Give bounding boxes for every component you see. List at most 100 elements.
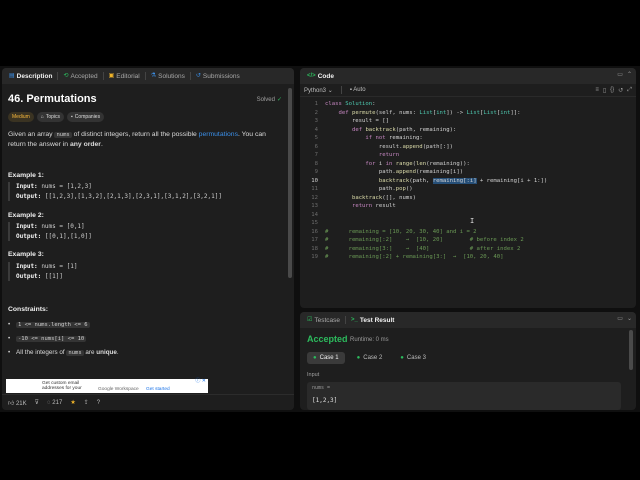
- tab-submissions[interactable]: ↺ Submissions: [193, 68, 243, 84]
- line-number: 7: [314, 152, 318, 158]
- collapse-icon[interactable]: ⌃: [627, 71, 632, 78]
- case-tab-2[interactable]: ● Case 2: [351, 352, 389, 364]
- code-text: result.append(path[:]): [325, 143, 453, 150]
- line-number: 11: [311, 186, 318, 192]
- code-line[interactable]: 11 path.pop(): [300, 185, 636, 194]
- reset-icon[interactable]: ↺: [618, 87, 623, 94]
- code-text: def permute(self, nums: List[int]) -> Li…: [338, 109, 521, 116]
- tab-code[interactable]: </> Code: [304, 68, 337, 84]
- layout-icon[interactable]: ▭: [617, 71, 623, 78]
- code-line[interactable]: 7 return: [300, 151, 636, 160]
- tab-description[interactable]: ▤ Description: [6, 68, 55, 84]
- line-number: 16: [311, 228, 318, 235]
- problem-description: Given an array nums of distinct integers…: [8, 131, 266, 148]
- line-number: 8: [314, 160, 318, 167]
- permutations-link[interactable]: permutations: [199, 131, 238, 138]
- tab-solutions[interactable]: ⚗ Solutions: [148, 68, 188, 84]
- description-icon: ▤: [9, 73, 15, 79]
- line-number: 1: [314, 101, 318, 107]
- language-select[interactable]: Python3 ⌄: [304, 87, 333, 94]
- code-line[interactable]: 19 # remaining[:2] + remaining[3:] → [10,…: [300, 253, 636, 262]
- comments-button[interactable]: ◌ 217: [47, 400, 62, 406]
- code-line[interactable]: 13 return result: [300, 202, 636, 211]
- code-line[interactable]: 9 path.append(remaining[i]): [300, 168, 636, 177]
- code-text: # remaining[:2] + remaining[3:] → [10, 2…: [325, 254, 504, 260]
- auto-mode-toggle[interactable]: ▪ Auto: [350, 87, 366, 93]
- chevron-down-icon: ⌄: [327, 87, 333, 94]
- code-line[interactable]: 4 def backtrack(path, remaining):: [300, 126, 636, 135]
- collapse-icon[interactable]: ⌄: [627, 315, 632, 322]
- code-line[interactable]: 6 result.append(path[:]): [300, 143, 636, 152]
- topics-badge[interactable]: ⌂ Topics: [36, 112, 65, 122]
- description-scrollbar[interactable]: [288, 88, 292, 278]
- editorial-icon: ▣: [108, 73, 115, 79]
- fullscreen-icon[interactable]: ⤢: [627, 87, 632, 94]
- problem-title[interactable]: 46. Permutations: [8, 93, 97, 105]
- code-line[interactable]: 17 # remaining[:2] → [10, 20] # before in…: [300, 236, 636, 245]
- code-text: return result: [351, 203, 396, 209]
- code-text: if not remaining:: [365, 135, 423, 141]
- code-line[interactable]: 5 if not remaining:: [300, 134, 636, 143]
- test-scrollbar[interactable]: [629, 330, 633, 370]
- code-panel: </> Code ▭ ⌃ Python3 ⌄ ▪ Auto ≡ ▯ {} ↺ ⤢…: [300, 68, 636, 308]
- code-line[interactable]: 1 class Solution:: [300, 100, 636, 109]
- ad-close-icon[interactable]: ⓘ ✕: [195, 379, 206, 384]
- test-tab-bar: ☑ Testcase >_ Test Result ▭ ⌄: [300, 312, 636, 328]
- share-icon: ⇪: [83, 400, 89, 406]
- line-number: 10: [311, 177, 318, 184]
- tab-editorial[interactable]: ▣ Editorial: [106, 68, 143, 84]
- lock-icon: ▪: [71, 114, 73, 120]
- description-content: 46. Permutations Solved ✓ Medium ⌂ Topics …: [8, 84, 286, 392]
- code-line[interactable]: 8 for i in range(len(remaining)):: [300, 160, 636, 169]
- code-editor[interactable]: 1 class Solution: 2 def permute(self, nums…: [300, 100, 636, 262]
- left-tab-bar: ▤ Description ⟲ Accepted ▣ Editorial ⚗ S…: [2, 68, 294, 84]
- example-1-title: Example 1:: [8, 172, 44, 179]
- line-number: 3: [314, 118, 318, 124]
- like-button[interactable]: 👍︎ 21K: [8, 399, 27, 407]
- line-number: 9: [314, 169, 318, 175]
- format-icon[interactable]: ≡: [595, 87, 599, 94]
- ad-cta-link[interactable]: Get started: [146, 387, 170, 392]
- terminal-icon: >_: [351, 317, 358, 323]
- code-line[interactable]: 14: [300, 211, 636, 220]
- tab-test-result[interactable]: >_ Test Result: [348, 312, 397, 328]
- code-line[interactable]: 15: [300, 219, 636, 228]
- code-text: path.append(remaining[i]): [325, 169, 464, 175]
- share-button[interactable]: ⇪: [84, 399, 89, 406]
- input-variable-value: [1,2,3]: [312, 397, 338, 404]
- code-line[interactable]: 3 result = []: [300, 117, 636, 126]
- expand-icon[interactable]: ▭: [617, 315, 623, 322]
- example-2-title: Example 2:: [8, 212, 44, 219]
- badge-row: Medium ⌂ Topics ▪ Companies: [8, 112, 105, 122]
- line-number: 6: [314, 143, 318, 150]
- line-number: 15: [311, 220, 318, 226]
- braces-icon[interactable]: {}: [610, 87, 614, 94]
- line-number: 13: [311, 203, 318, 209]
- dislike-button[interactable]: ⊽: [35, 399, 39, 406]
- tab-accepted[interactable]: ⟲ Accepted: [60, 68, 100, 84]
- companies-badge[interactable]: ▪ Companies: [67, 112, 105, 122]
- line-number: 12: [311, 194, 318, 201]
- code-line[interactable]: 2 def permute(self, nums: List[int]) -> …: [300, 109, 636, 118]
- help-button[interactable]: ?: [97, 400, 100, 406]
- favorite-button[interactable]: ★: [70, 399, 75, 406]
- code-line[interactable]: 12 backtrack([], nums): [300, 194, 636, 203]
- code-text: # remaining[:2] → [10, 20] # before inde…: [325, 237, 524, 243]
- code-text: class Solution:: [325, 101, 376, 107]
- example-1-body: Input: nums = [1,2,3] Output: [[1,2,3],[…: [8, 182, 222, 201]
- code-text: result = []: [325, 118, 389, 124]
- ad-banner[interactable]: Get custom email addresses for your Goog…: [6, 379, 208, 393]
- code-line[interactable]: 16 # remaining = [10, 20, 30, 40] and i =…: [300, 228, 636, 237]
- bookmark-icon[interactable]: ▯: [603, 87, 606, 94]
- code-line[interactable]: 18 # remaining[3:] → [40] # after index 2: [300, 245, 636, 254]
- list-item: 1 <= nums.length <= 6: [8, 318, 119, 332]
- code-line[interactable]: 10 backtrack(path, remaining[:i] + remai…: [300, 177, 636, 186]
- tab-testcase[interactable]: ☑ Testcase: [304, 312, 343, 328]
- line-number: 19: [311, 254, 318, 260]
- description-panel: ▤ Description ⟲ Accepted ▣ Editorial ⚗ S…: [2, 68, 294, 410]
- pass-dot-icon: ●: [313, 355, 317, 361]
- case-tab-3[interactable]: ● Case 3: [394, 352, 432, 364]
- code-text: def backtrack(path, remaining):: [351, 126, 457, 133]
- case-tab-1[interactable]: ● Case 1: [307, 352, 345, 364]
- tab-divider: [189, 72, 191, 80]
